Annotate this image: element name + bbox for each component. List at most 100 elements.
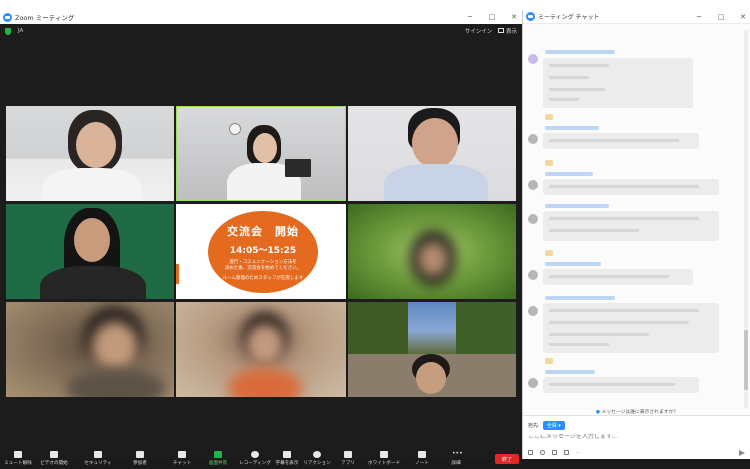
participants-icon	[136, 451, 144, 458]
chat-button[interactable]: チャット	[168, 449, 196, 469]
toolbar-label: レコーディング	[239, 461, 271, 466]
video-button[interactable]: ビデオの開始	[40, 449, 68, 469]
toolbar-label: 画面共有	[208, 461, 228, 466]
event-banner: 交流会 開始 14:05～15:25 進行・コミュニケーション方法を 決めた後、…	[208, 211, 318, 293]
reaction-badge[interactable]	[545, 114, 553, 120]
participant-body	[228, 368, 302, 397]
record-button[interactable]: レコーディング	[238, 449, 272, 469]
zoom-window: Zoom ミーティング ─ □ ✕ JA サインイン 表示 交流会 開始 14:…	[0, 10, 522, 466]
maximize-icon[interactable]: □	[717, 13, 725, 21]
participant-tile[interactable]	[348, 302, 516, 397]
whiteboard-icon	[380, 451, 388, 458]
participant-face	[246, 324, 284, 366]
zoom-titlebar: Zoom ミーティング ─ □ ✕	[0, 10, 522, 24]
participant-tile[interactable]	[6, 106, 174, 201]
reaction-icon	[313, 451, 321, 458]
participant-tile[interactable]	[348, 204, 516, 299]
screenshot-icon[interactable]	[564, 450, 569, 455]
sender-name	[545, 296, 615, 300]
signin-link[interactable]: サインイン	[465, 27, 493, 35]
message-text	[549, 229, 639, 232]
message-input[interactable]	[528, 434, 728, 440]
minimize-icon[interactable]: ─	[466, 13, 474, 21]
close-icon[interactable]: ✕	[510, 13, 518, 21]
trees-left	[348, 302, 408, 362]
toolbar-label: 詳細	[451, 461, 461, 466]
message-text	[549, 139, 679, 142]
avatar	[528, 134, 538, 144]
shared-banner-tile[interactable]: 交流会 開始 14:05～15:25 進行・コミュニケーション方法を 決めた後、…	[176, 204, 346, 299]
top-strip	[0, 0, 750, 10]
reaction-badge[interactable]	[545, 358, 553, 364]
reaction-badge[interactable]	[545, 160, 553, 166]
message-text	[549, 321, 689, 324]
avatar	[528, 306, 538, 316]
participant-tile[interactable]	[6, 204, 174, 299]
more-icon: •••	[452, 450, 463, 457]
participants-button[interactable]: 参加者	[126, 449, 154, 469]
active-speaker-tile[interactable]	[176, 106, 346, 201]
view-button[interactable]: 表示	[498, 27, 517, 35]
participant-body	[40, 266, 146, 299]
chat-scrollbar[interactable]	[744, 30, 748, 408]
share-screen-icon	[214, 451, 222, 458]
header-right: サインイン 表示	[465, 24, 517, 38]
banner-note-line2: 決めた後、交流会を始めてください。	[224, 266, 302, 272]
sender-name	[545, 204, 609, 208]
apps-icon	[344, 451, 352, 458]
cc-icon	[283, 451, 291, 458]
sender-name	[545, 262, 601, 266]
zoom-app-icon	[3, 12, 12, 22]
toolbar-label: ミュート解除	[4, 461, 32, 466]
chat-message-list[interactable]	[523, 26, 743, 408]
minimize-icon[interactable]: ─	[695, 13, 703, 21]
view-label: 表示	[505, 29, 517, 35]
participant-body	[42, 168, 142, 201]
banner-note: 進行・コミュニケーション方法を 決めた後、交流会を始めてください。	[225, 260, 301, 273]
notes-button[interactable]: ノート	[410, 449, 434, 469]
notes-icon	[418, 451, 426, 458]
encryption-shield-icon[interactable]	[5, 27, 11, 35]
participant-tile[interactable]	[348, 106, 516, 201]
scrollbar-thumb[interactable]	[744, 330, 748, 390]
recipient-dropdown[interactable]: 全員 ▾	[542, 421, 565, 430]
share-screen-button[interactable]: 画面共有	[204, 449, 232, 469]
message-bubble	[543, 377, 699, 393]
window-controls: ─ □ ✕	[466, 10, 518, 24]
send-icon[interactable]	[739, 450, 745, 456]
chat-message	[523, 294, 743, 356]
visibility-notice[interactable]: ● メッセージは誰に表示されますか？	[523, 408, 750, 415]
chat-message	[523, 48, 743, 112]
more-options-icon[interactable]: …	[576, 450, 581, 455]
file-icon[interactable]	[552, 450, 557, 455]
reactions-button[interactable]: リアクション	[302, 449, 332, 469]
participant-face	[416, 362, 446, 394]
participant-tile[interactable]	[6, 302, 174, 397]
reaction-badge[interactable]	[545, 250, 553, 256]
participant-tile[interactable]	[176, 302, 346, 397]
mute-button[interactable]: ミュート解除	[4, 449, 32, 469]
security-button[interactable]: セキュリティ	[84, 449, 112, 469]
toolbar-label: 字幕を表示	[275, 461, 299, 466]
chat-message	[523, 124, 743, 154]
more-button[interactable]: ••• 詳細	[444, 449, 468, 469]
avatar	[528, 54, 538, 64]
end-meeting-button[interactable]: 終了	[495, 454, 519, 464]
message-text	[549, 88, 605, 91]
trees-right	[456, 302, 516, 360]
message-text	[549, 333, 649, 336]
format-toolbar: …	[528, 450, 581, 455]
maximize-icon[interactable]: □	[488, 13, 496, 21]
whiteboard-button[interactable]: ホワイトボード	[364, 449, 404, 469]
chat-message	[523, 170, 743, 200]
emoji-icon[interactable]	[540, 450, 545, 455]
sender-name	[545, 50, 615, 54]
apps-button[interactable]: アプリ	[334, 449, 362, 469]
sender-name	[545, 370, 595, 374]
format-icon[interactable]	[528, 450, 533, 455]
recipient-label: 宛先:	[528, 423, 540, 429]
captions-button[interactable]: 字幕を表示	[272, 449, 302, 469]
close-icon[interactable]: ✕	[739, 13, 747, 21]
shield-icon	[94, 451, 102, 458]
avatar	[528, 270, 538, 280]
